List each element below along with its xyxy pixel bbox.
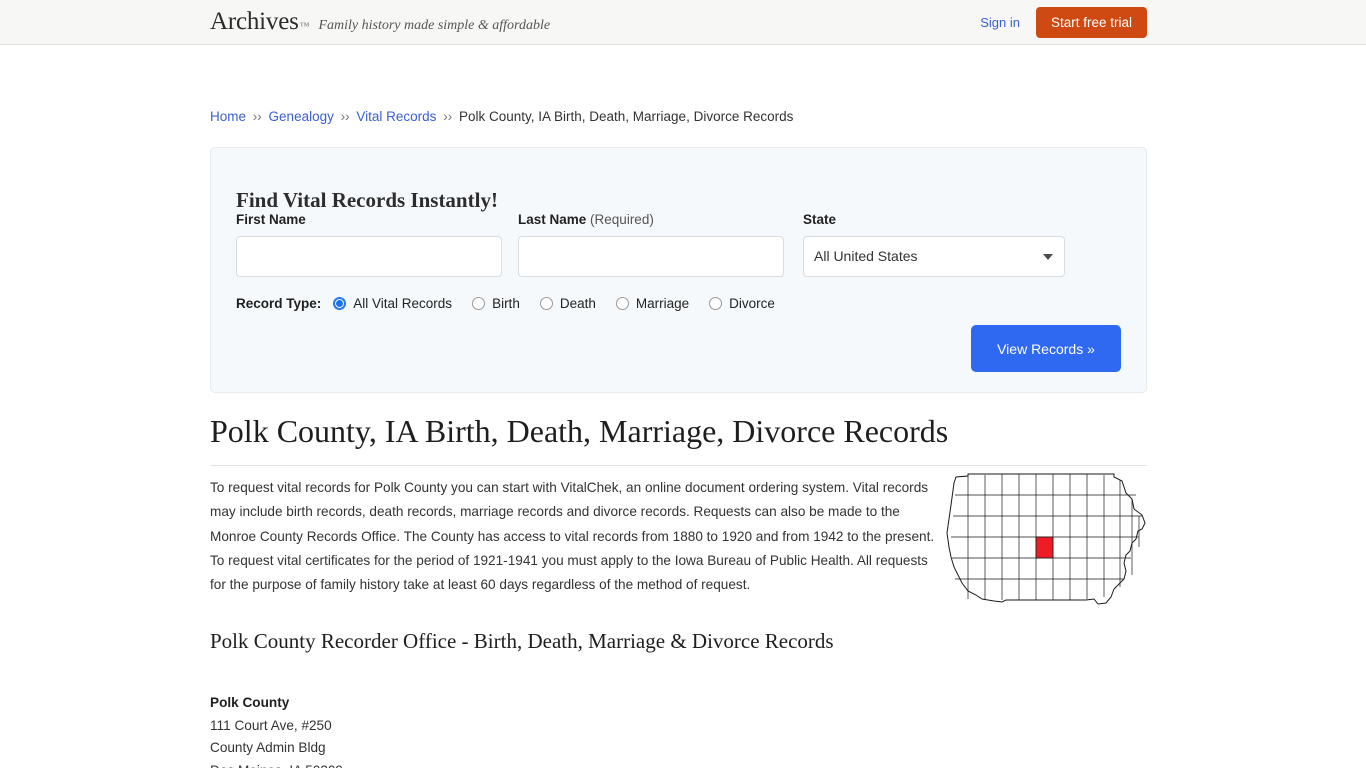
- breadcrumb-item-home[interactable]: Home: [210, 109, 246, 124]
- record-type-option-death-label: Death: [559, 296, 596, 311]
- record-type-option-all[interactable]: All Vital Records: [333, 296, 452, 311]
- record-type-option-divorce-label: Divorce: [729, 296, 775, 311]
- radio-icon: [539, 297, 553, 310]
- record-type-option-birth[interactable]: Birth: [472, 296, 520, 311]
- breadcrumb-item-genealogy[interactable]: Genealogy: [269, 109, 334, 124]
- breadcrumb-item-vital-records[interactable]: Vital Records: [356, 109, 436, 124]
- top-header-bar: Archives ™ Family history made simple & …: [0, 0, 1366, 45]
- view-records-button[interactable]: View Records »: [971, 325, 1121, 372]
- radio-icon: [333, 297, 347, 310]
- polk-county-highlight: [1035, 536, 1054, 559]
- state-select[interactable]: All United States: [803, 236, 1065, 277]
- archives-wordmark: Archives: [210, 8, 299, 35]
- address-org-name: Polk County: [210, 695, 290, 710]
- address-line-1: 111 Court Ave, #250: [210, 717, 332, 733]
- vital-records-search-panel: Find Vital Records Instantly! First Name…: [210, 147, 1147, 393]
- first-name-label: First Name: [236, 212, 306, 227]
- intro-paragraph: To request vital records for Polk County…: [210, 480, 935, 593]
- last-name-required-note: (Required): [590, 212, 654, 227]
- first-name-field-group: First Name: [236, 212, 502, 277]
- breadcrumb-separator: ››: [340, 109, 350, 124]
- last-name-label-text: Last Name: [518, 212, 587, 227]
- record-type-option-all-label: All Vital Records: [353, 296, 453, 311]
- address-line-3: Des Moines, IA 50309: [210, 760, 471, 768]
- breadcrumb-item-current: Polk County, IA Birth, Death, Marriage, …: [458, 109, 794, 124]
- first-name-input[interactable]: [236, 236, 502, 277]
- record-type-label: Record Type:: [236, 296, 322, 311]
- breadcrumb-separator: ››: [443, 109, 453, 124]
- trademark-symbol: ™: [299, 21, 310, 32]
- record-type-option-birth-label: Birth: [492, 296, 520, 311]
- record-type-option-marriage-label: Marriage: [635, 296, 690, 311]
- address-line-2: County Admin Bldg: [210, 740, 326, 755]
- iowa-county-map: [946, 473, 1146, 605]
- breadcrumb: Home ›› Genealogy ›› Vital Records ›› Po…: [210, 109, 793, 124]
- recorder-office-address: Polk County 111 Court Ave, #250 County A…: [210, 692, 471, 768]
- breadcrumb-separator: ››: [252, 109, 262, 124]
- record-type-option-death[interactable]: Death: [539, 296, 596, 311]
- last-name-input[interactable]: [518, 236, 784, 277]
- last-name-field-group: Last Name (Required): [518, 212, 784, 277]
- record-type-radio-group: Record Type: All Vital Records Birth Dea…: [236, 296, 795, 311]
- header-actions: Sign in Start free trial: [980, 0, 1147, 45]
- record-type-option-divorce[interactable]: Divorce: [709, 296, 775, 311]
- state-label: State: [803, 212, 837, 227]
- recorder-office-heading: Polk County Recorder Office - Birth, Dea…: [210, 629, 834, 653]
- record-type-option-marriage[interactable]: Marriage: [615, 296, 690, 311]
- start-free-trial-button[interactable]: Start free trial: [1035, 6, 1147, 39]
- sign-in-link[interactable]: Sign in: [980, 15, 1020, 30]
- state-field-group: State All United States: [803, 212, 1065, 277]
- state-select-wrapper: All United States: [803, 236, 1065, 277]
- radio-icon: [709, 297, 723, 310]
- search-panel-title: Find Vital Records Instantly!: [236, 188, 498, 213]
- radio-icon: [615, 297, 629, 310]
- radio-icon: [472, 297, 486, 310]
- last-name-label: Last Name (Required): [518, 212, 784, 227]
- brand-tagline: Family history made simple & affordable: [318, 18, 551, 33]
- brand-logo-group[interactable]: Archives ™ Family history made simple & …: [210, 8, 550, 36]
- page-title: Polk County, IA Birth, Death, Marriage, …: [210, 413, 1147, 466]
